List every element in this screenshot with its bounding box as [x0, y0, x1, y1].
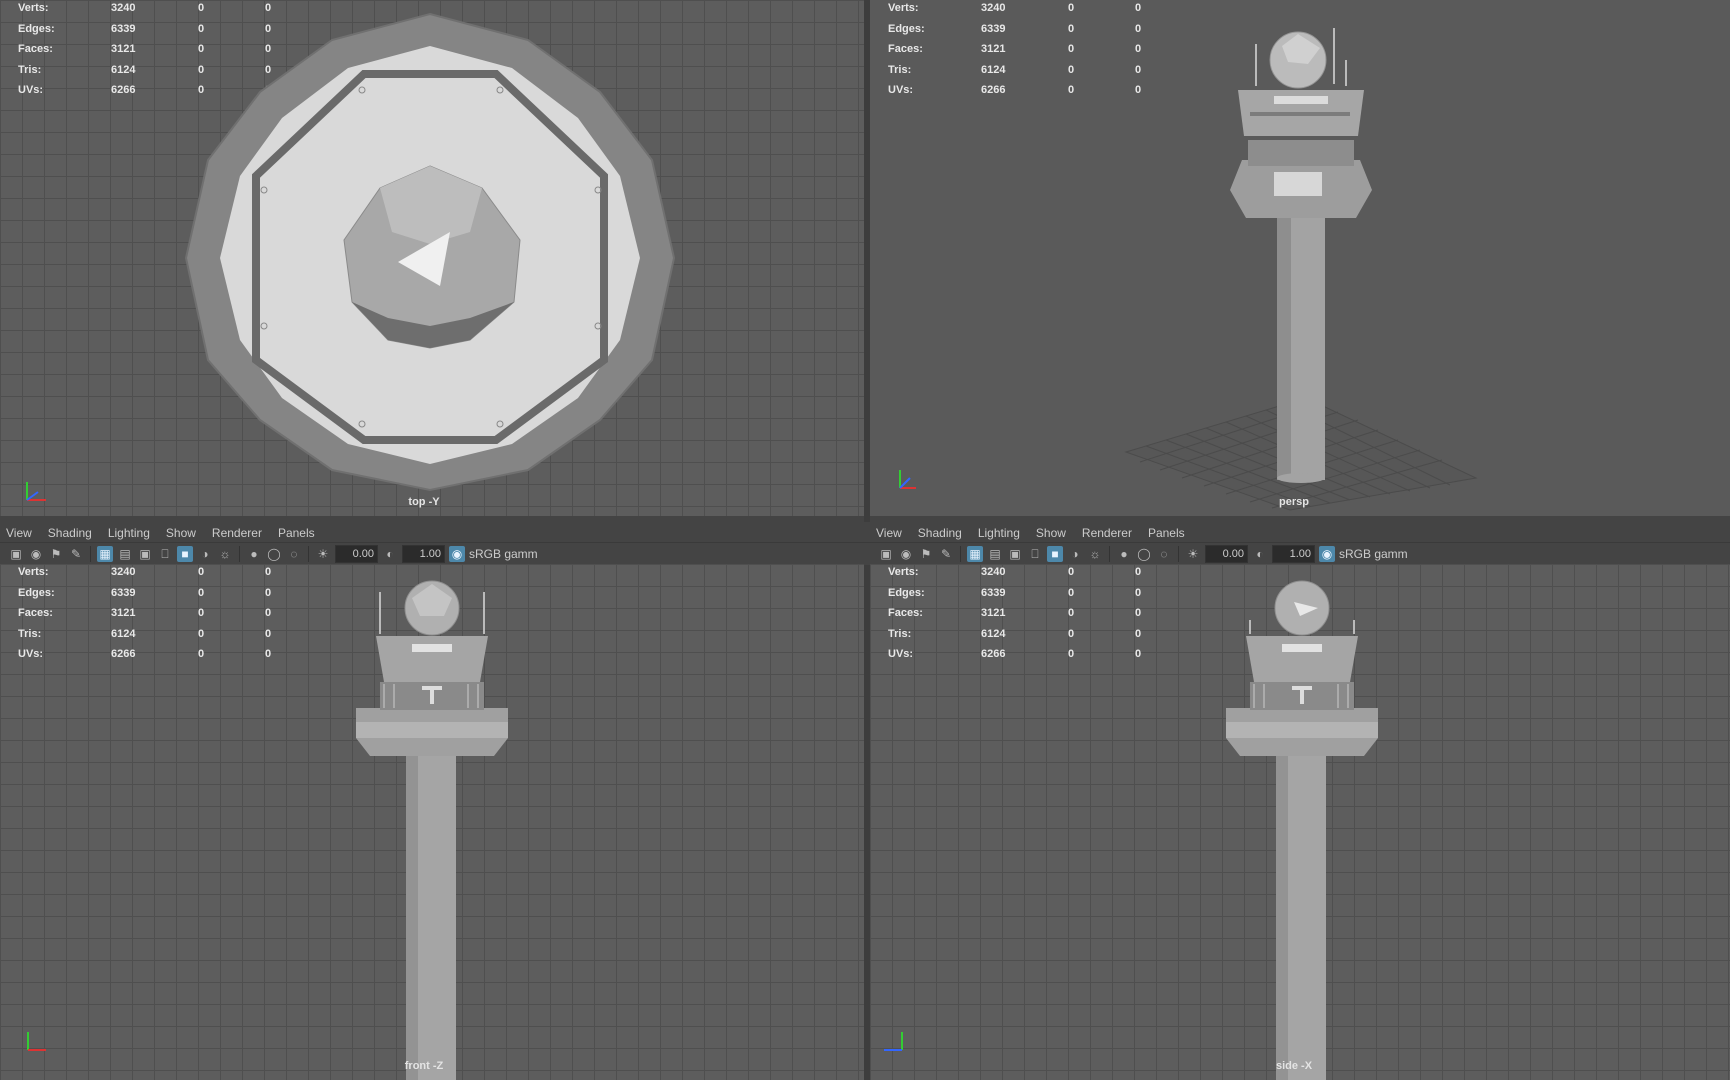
axis-gizmo-icon	[24, 1028, 50, 1054]
menu-view[interactable]: View	[6, 526, 32, 540]
menu-panels[interactable]: Panels	[278, 526, 315, 540]
exposure-icon[interactable]: ☀	[315, 546, 331, 562]
isolate-icon[interactable]: ◯	[266, 546, 282, 562]
image-plane-icon[interactable]: ✎	[938, 546, 954, 562]
menu-shading[interactable]: Shading	[918, 526, 962, 540]
color-space-label[interactable]: sRGB gamm	[469, 547, 538, 561]
smooth-shade-icon[interactable]: ■	[1047, 546, 1063, 562]
wireframe-icon[interactable]: ⎕	[1027, 546, 1043, 562]
menu-show[interactable]: Show	[166, 526, 196, 540]
exposure-field[interactable]: 0.00	[335, 545, 378, 563]
film-gate-icon[interactable]: ▤	[987, 546, 1003, 562]
shadows-icon[interactable]: ●	[1116, 546, 1132, 562]
lights-icon[interactable]: ☼	[1087, 546, 1103, 562]
viewport-persp[interactable]: Verts: 3240 0 0 Edges: 6339 0 0 Faces: 3121 0 0 T…	[870, 0, 1730, 516]
axis-gizmo-icon	[894, 466, 920, 492]
textured-icon[interactable]: ◑	[1067, 546, 1083, 562]
color-space-label[interactable]: sRGB gamm	[1339, 547, 1408, 561]
image-plane-icon[interactable]: ✎	[68, 546, 84, 562]
toolbar-separator	[960, 546, 961, 562]
toolbar-separator	[1109, 546, 1110, 562]
model-persp-view[interactable]	[870, 0, 1730, 516]
toolbar-separator	[308, 546, 309, 562]
xray-icon[interactable]: ◌	[1156, 546, 1172, 562]
model-side-view[interactable]	[870, 564, 1730, 1080]
gamma-icon[interactable]: ◐	[1252, 546, 1268, 562]
viewport-label: front -Z	[404, 1060, 444, 1072]
smooth-shade-icon[interactable]: ■	[177, 546, 193, 562]
toolbar-separator	[90, 546, 91, 562]
lights-icon[interactable]: ☼	[217, 546, 233, 562]
gamma-icon[interactable]: ◐	[382, 546, 398, 562]
viewport-label: persp	[1279, 496, 1309, 508]
model-front-view[interactable]	[0, 564, 864, 1080]
resolution-gate-icon[interactable]: ▣	[1007, 546, 1023, 562]
resolution-gate-icon[interactable]: ▣	[137, 546, 153, 562]
menu-lighting[interactable]: Lighting	[108, 526, 150, 540]
panel-toolbar: ▣ ◉ ⚑ ✎ ▦ ▤ ▣ ⎕ ■ ◑ ☼ ● ◯ ◌ ☀ 0.00 ◐ 1.0…	[0, 542, 872, 565]
gamma-field[interactable]: 1.00	[402, 545, 445, 563]
menu-show[interactable]: Show	[1036, 526, 1066, 540]
menu-lighting[interactable]: Lighting	[978, 526, 1020, 540]
exposure-icon[interactable]: ☀	[1185, 546, 1201, 562]
gamma-field[interactable]: 1.00	[1272, 545, 1315, 563]
menu-renderer[interactable]: Renderer	[212, 526, 262, 540]
menu-renderer[interactable]: Renderer	[1082, 526, 1132, 540]
textured-icon[interactable]: ◑	[197, 546, 213, 562]
color-management-icon[interactable]: ◉	[1319, 546, 1335, 562]
menu-panels[interactable]: Panels	[1148, 526, 1185, 540]
panel-menubar: View Shading Lighting Show Renderer Pane…	[870, 522, 1730, 544]
viewport-top[interactable]: Verts: 3240 0 0 Edges: 6339 0 0 Faces: 3121 0 0 T…	[0, 0, 864, 516]
axis-gizmo-icon	[880, 1028, 906, 1054]
toolbar-separator	[1178, 546, 1179, 562]
shadows-icon[interactable]: ●	[246, 546, 262, 562]
bookmark-icon[interactable]: ⚑	[918, 546, 934, 562]
axis-gizmo-icon	[24, 478, 50, 504]
toolbar-separator	[239, 546, 240, 562]
viewport-front[interactable]: Verts: 3240 0 0 Edges: 6339 0 0 Faces: 3121 0 0 T…	[0, 564, 864, 1080]
menu-view[interactable]: View	[876, 526, 902, 540]
grid-icon[interactable]: ▦	[967, 546, 983, 562]
viewport-label: side -X	[1275, 1060, 1313, 1072]
exposure-field[interactable]: 0.00	[1205, 545, 1248, 563]
camera-attr-icon[interactable]: ◉	[28, 546, 44, 562]
grid-icon[interactable]: ▦	[97, 546, 113, 562]
panel-menubar: View Shading Lighting Show Renderer Pane…	[0, 522, 870, 544]
camera-icon[interactable]: ▣	[878, 546, 894, 562]
camera-attr-icon[interactable]: ◉	[898, 546, 914, 562]
bookmark-icon[interactable]: ⚑	[48, 546, 64, 562]
viewport-side[interactable]: Verts: 3240 0 0 Edges: 6339 0 0 Faces: 3121 0 0 T…	[870, 564, 1730, 1080]
model-top-view[interactable]	[0, 0, 864, 516]
camera-icon[interactable]: ▣	[8, 546, 24, 562]
wireframe-icon[interactable]: ⎕	[157, 546, 173, 562]
xray-icon[interactable]: ◌	[286, 546, 302, 562]
film-gate-icon[interactable]: ▤	[117, 546, 133, 562]
viewport-label: top -Y	[408, 496, 440, 508]
panel-toolbar: ▣ ◉ ⚑ ✎ ▦ ▤ ▣ ⎕ ■ ◑ ☼ ● ◯ ◌ ☀ 0.00 ◐ 1.0…	[870, 542, 1730, 565]
isolate-icon[interactable]: ◯	[1136, 546, 1152, 562]
color-management-icon[interactable]: ◉	[449, 546, 465, 562]
menu-shading[interactable]: Shading	[48, 526, 92, 540]
